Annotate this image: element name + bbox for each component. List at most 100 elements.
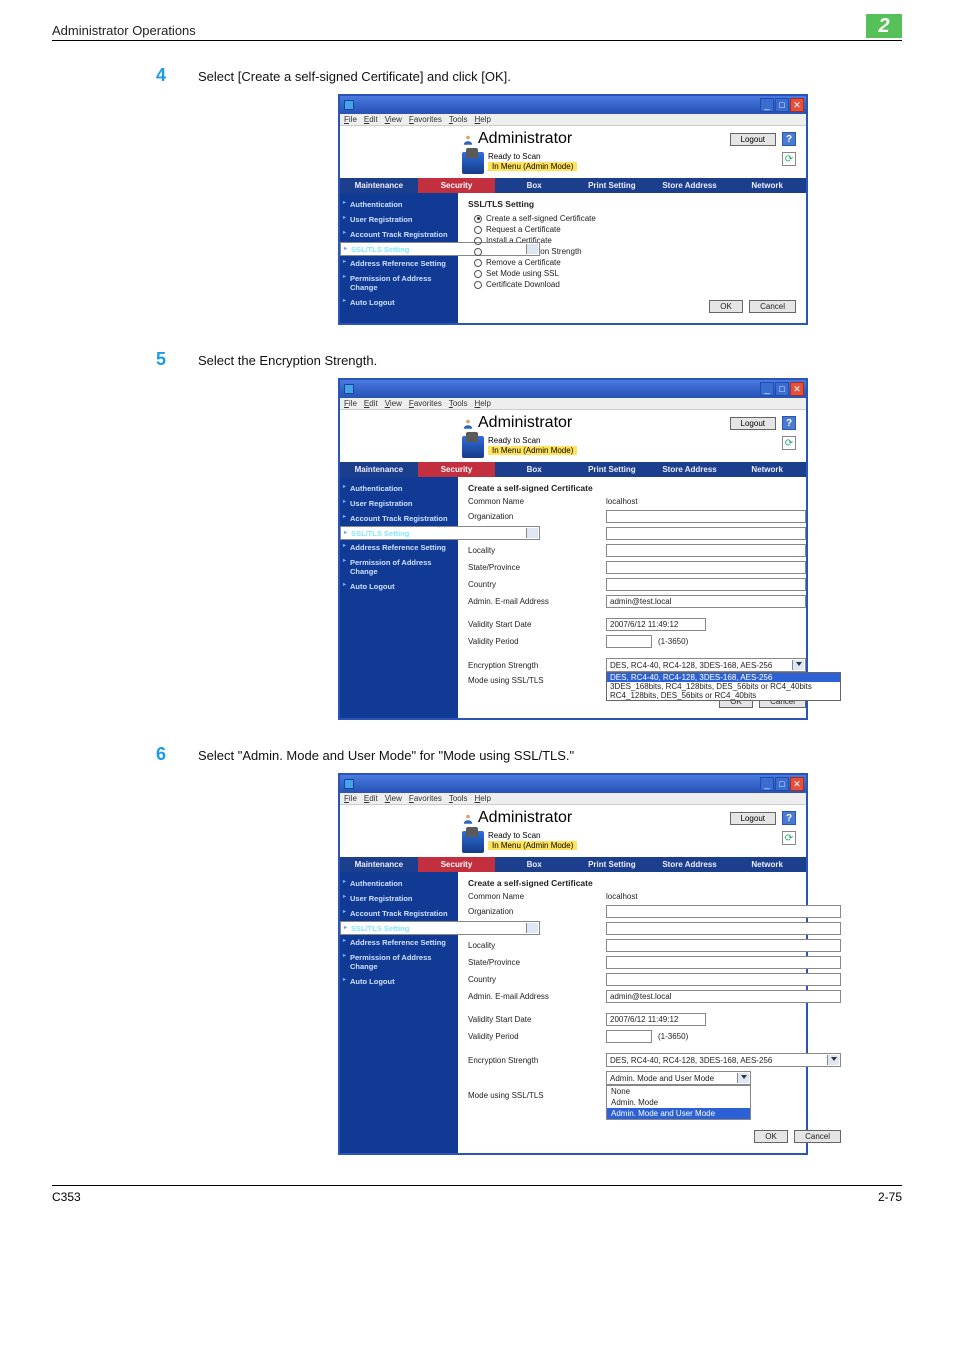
menu-item[interactable]: View [385,399,402,408]
organization-input[interactable] [606,510,806,523]
sidebar-item[interactable]: SSL/TLS Setting [340,526,540,540]
sidebar-item[interactable]: Account Track Registration [340,511,458,526]
select-option[interactable]: None [607,1086,750,1097]
menu-item[interactable]: Help [475,399,491,408]
tab-store-address[interactable]: Store Address [651,178,729,193]
menu-item[interactable]: File [344,399,357,408]
select-option[interactable]: Admin. Mode [607,1097,750,1108]
ok-button[interactable]: OK [709,300,743,313]
ok-button[interactable]: OK [754,1130,788,1143]
refresh-icon[interactable]: ⟳ [782,152,796,166]
tab-box[interactable]: Box [495,857,573,872]
tab-print-setting[interactable]: Print Setting [573,462,651,477]
sidebar-item[interactable]: Address Reference Setting [340,256,458,271]
sidebar-item[interactable]: Auto Logout [340,974,458,989]
refresh-icon[interactable]: ⟳ [782,831,796,845]
close-button[interactable]: ✕ [790,382,804,396]
maximize-button[interactable]: □ [775,777,789,791]
sidebar-item[interactable]: User Registration [340,891,458,906]
encryption-select[interactable]: DES, RC4-40, RC4-128, 3DES-168, AES-256 [606,1053,841,1067]
sidebar-item[interactable]: Auto Logout [340,579,458,594]
radio-option[interactable]: Remove a Certificate [468,257,796,268]
locality-input[interactable] [606,544,806,557]
sidebar-item[interactable]: Permission of Address Change [340,950,458,974]
org-unit-input[interactable] [606,922,841,935]
radio-option[interactable]: Set Mode using SSL [468,268,796,279]
minimize-button[interactable]: _ [760,777,774,791]
tab-box[interactable]: Box [495,178,573,193]
select-option[interactable]: DES, RC4-40, RC4-128, 3DES-168, AES-256 [607,673,840,682]
logout-button[interactable]: Logout [730,133,776,146]
menu-item[interactable]: Tools [449,115,468,124]
sidebar-item[interactable]: Account Track Registration [340,227,458,242]
country-input[interactable] [606,973,841,986]
menu-item[interactable]: View [385,115,402,124]
tab-maintenance[interactable]: Maintenance [340,178,418,193]
menu-item[interactable]: Edit [364,115,378,124]
radio-option[interactable]: Request a Certificate [468,224,796,235]
select-option[interactable]: 3DES_168bits, RC4_128bits, DES_56bits or… [607,682,840,691]
sidebar-item[interactable]: Permission of Address Change [340,555,458,579]
state-input[interactable] [606,561,806,574]
validity-period-input[interactable] [606,1030,652,1043]
menu-item[interactable]: View [385,794,402,803]
menu-item[interactable]: Help [475,794,491,803]
sidebar-item[interactable]: SSL/TLS Setting [340,921,540,935]
menu-item[interactable]: Tools [449,399,468,408]
validity-period-input[interactable] [606,635,652,648]
sidebar-item[interactable]: User Registration [340,212,458,227]
tab-print-setting[interactable]: Print Setting [573,178,651,193]
refresh-icon[interactable]: ⟳ [782,436,796,450]
tab-network[interactable]: Network [728,857,806,872]
menu-item[interactable]: File [344,115,357,124]
sidebar-item[interactable]: SSL/TLS Setting [340,242,540,256]
cancel-button[interactable]: Cancel [794,1130,841,1143]
tab-box[interactable]: Box [495,462,573,477]
sidebar-item[interactable]: User Registration [340,496,458,511]
menu-item[interactable]: Favorites [409,794,442,803]
menu-item[interactable]: Tools [449,794,468,803]
help-icon[interactable]: ? [782,811,796,825]
logout-button[interactable]: Logout [730,417,776,430]
sidebar-item[interactable]: Account Track Registration [340,906,458,921]
menu-item[interactable]: File [344,794,357,803]
sidebar-item[interactable]: Authentication [340,481,458,496]
tab-security[interactable]: Security [418,462,496,477]
ssl-mode-select[interactable]: Admin. Mode and User Mode [606,1071,751,1085]
minimize-button[interactable]: _ [760,382,774,396]
radio-option[interactable]: Certificate Download [468,279,796,290]
cancel-button[interactable]: Cancel [749,300,796,313]
email-input[interactable]: admin@test.local [606,990,841,1003]
state-input[interactable] [606,956,841,969]
help-icon[interactable]: ? [782,416,796,430]
org-unit-input[interactable] [606,527,806,540]
close-button[interactable]: ✕ [790,98,804,112]
minimize-button[interactable]: _ [760,98,774,112]
tab-store-address[interactable]: Store Address [651,857,729,872]
menu-item[interactable]: Favorites [409,399,442,408]
email-input[interactable]: admin@test.local [606,595,806,608]
radio-option[interactable]: Create a self-signed Certificate [468,213,796,224]
start-date-input[interactable]: 2007/6/12 11:49:12 [606,618,706,631]
menu-item[interactable]: Edit [364,399,378,408]
tab-security[interactable]: Security [418,178,496,193]
tab-security[interactable]: Security [418,857,496,872]
tab-maintenance[interactable]: Maintenance [340,857,418,872]
start-date-input[interactable]: 2007/6/12 11:49:12 [606,1013,706,1026]
tab-network[interactable]: Network [728,462,806,477]
sidebar-item[interactable]: Authentication [340,197,458,212]
sidebar-item[interactable]: Address Reference Setting [340,540,458,555]
tab-store-address[interactable]: Store Address [651,462,729,477]
menu-item[interactable]: Help [475,115,491,124]
organization-input[interactable] [606,905,841,918]
locality-input[interactable] [606,939,841,952]
sidebar-item[interactable]: Permission of Address Change [340,271,458,295]
menu-item[interactable]: Edit [364,794,378,803]
help-icon[interactable]: ? [782,132,796,146]
maximize-button[interactable]: □ [775,382,789,396]
sidebar-item[interactable]: Authentication [340,876,458,891]
tab-maintenance[interactable]: Maintenance [340,462,418,477]
select-option[interactable]: Admin. Mode and User Mode [607,1108,750,1119]
tab-print-setting[interactable]: Print Setting [573,857,651,872]
menu-item[interactable]: Favorites [409,115,442,124]
